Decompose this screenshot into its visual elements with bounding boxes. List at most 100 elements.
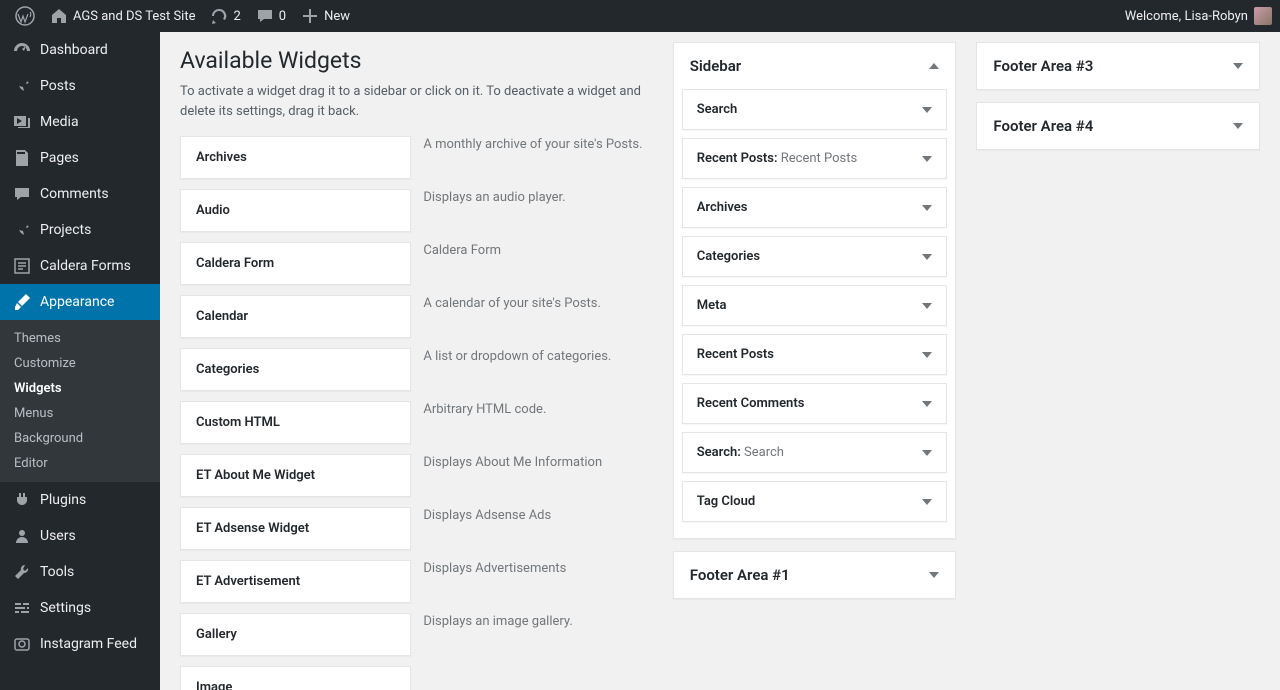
menu-plugins[interactable]: Plugins (0, 482, 160, 518)
available-widget[interactable]: Image (180, 666, 411, 690)
wordpress-icon (15, 6, 35, 26)
chevron-down-icon (922, 205, 932, 211)
widget-description: A list or dropdown of categories. (421, 348, 652, 391)
widget-description: Caldera Form (421, 242, 652, 285)
widget-area-header[interactable]: Footer Area #4 (977, 103, 1259, 149)
menu-posts[interactable]: Posts (0, 68, 160, 104)
menu-tools[interactable]: Tools (0, 554, 160, 590)
comment-icon (255, 6, 275, 26)
menu-projects[interactable]: Projects (0, 212, 160, 248)
widget-description: A calendar of your site's Posts. (421, 295, 652, 338)
comments-link[interactable]: 0 (248, 0, 293, 32)
placed-widget[interactable]: Search (682, 89, 948, 130)
welcome-text: Welcome, Lisa-Robyn (1125, 9, 1248, 24)
area-title: Sidebar (690, 57, 741, 75)
menu-pages[interactable]: Pages (0, 140, 160, 176)
menu-caldera-forms[interactable]: Caldera Forms (0, 248, 160, 284)
submenu-item-background[interactable]: Background (0, 426, 160, 451)
comments-count: 0 (279, 9, 286, 24)
area-title: Footer Area #3 (993, 57, 1093, 75)
chevron-down-icon (922, 352, 932, 358)
submenu-item-themes[interactable]: Themes (0, 326, 160, 351)
menu-label: Tools (40, 564, 74, 580)
submenu-item-menus[interactable]: Menus (0, 401, 160, 426)
placed-widget[interactable]: Recent Posts (682, 334, 948, 375)
widget-area-header[interactable]: Sidebar (674, 43, 956, 89)
widget-area: Footer Area #4 (976, 102, 1260, 150)
menu-users[interactable]: Users (0, 518, 160, 554)
menu-media[interactable]: Media (0, 104, 160, 140)
menu-label: Plugins (40, 492, 86, 508)
site-name-link[interactable]: AGS and DS Test Site (42, 0, 202, 32)
widget-name: Image (196, 680, 395, 690)
menu-appearance[interactable]: Appearance (0, 284, 160, 320)
available-widget[interactable]: Gallery (180, 613, 411, 656)
menu-settings[interactable]: Settings (0, 590, 160, 626)
widget-area-header[interactable]: Footer Area #1 (674, 552, 956, 598)
admin-bar: AGS and DS Test Site 2 0 New Welcome, Li… (0, 0, 1280, 32)
placed-widget[interactable]: Search: Search (682, 432, 948, 473)
widget-area-header[interactable]: Footer Area #3 (977, 43, 1259, 89)
new-content-link[interactable]: New (293, 0, 357, 32)
available-widget[interactable]: ET Advertisement (180, 560, 411, 603)
available-widget[interactable]: ET About Me Widget (180, 454, 411, 497)
widget-name: Categories (196, 362, 395, 377)
placed-widget[interactable]: Meta (682, 285, 948, 326)
chevron-down-icon (1233, 123, 1243, 129)
widget-description: A monthly archive of your site's Posts. (421, 136, 652, 179)
sliders-icon (12, 598, 32, 618)
widget-description: Displays Adsense Ads (421, 507, 652, 550)
available-widget[interactable]: Custom HTML (180, 401, 411, 444)
help-text: To activate a widget drag it to a sideba… (180, 82, 653, 121)
updates-link[interactable]: 2 (202, 0, 247, 32)
submenu-item-widgets[interactable]: Widgets (0, 376, 160, 401)
page-title: Available Widgets (180, 47, 653, 74)
placed-widget[interactable]: Categories (682, 236, 948, 277)
area-title: Footer Area #4 (993, 117, 1093, 135)
placed-widget[interactable]: Recent Posts: Recent Posts (682, 138, 948, 179)
menu-instagram-feed[interactable]: Instagram Feed (0, 626, 160, 662)
submenu-item-editor[interactable]: Editor (0, 451, 160, 476)
widget-description: Arbitrary HTML code. (421, 401, 652, 444)
menu-dashboard[interactable]: Dashboard (0, 32, 160, 68)
widget-area: Sidebar Search Recent Posts: Recent Posts A… (673, 42, 957, 539)
widget-areas-col2: Footer Area #3 Footer Area #4 (976, 42, 1260, 162)
wrench-icon (12, 562, 32, 582)
menu-comments[interactable]: Comments (0, 176, 160, 212)
widget-title: Categories (697, 249, 760, 264)
widget-name: Custom HTML (196, 415, 395, 430)
update-icon (209, 6, 229, 26)
placed-widget[interactable]: Archives (682, 187, 948, 228)
widget-subtitle: Search (744, 445, 784, 460)
available-widget[interactable]: Categories (180, 348, 411, 391)
placed-widget[interactable]: Recent Comments (682, 383, 948, 424)
widget-title: Meta (697, 298, 727, 313)
wp-logo[interactable] (8, 0, 42, 32)
submenu-item-customize[interactable]: Customize (0, 351, 160, 376)
site-name: AGS and DS Test Site (73, 9, 195, 24)
chevron-down-icon (922, 156, 932, 162)
available-widget[interactable]: Audio (180, 189, 411, 232)
widget-subtitle: Recent Posts (781, 151, 857, 166)
available-widget[interactable]: ET Adsense Widget (180, 507, 411, 550)
user-menu[interactable]: Welcome, Lisa-Robyn (1125, 7, 1272, 25)
widget-name: ET Adsense Widget (196, 521, 395, 536)
brush-icon (12, 292, 32, 312)
widget-description: Displays About Me Information (421, 454, 652, 497)
menu-label: Settings (40, 600, 91, 616)
forms-icon (12, 256, 32, 276)
widget-title: Archives (697, 200, 748, 215)
widget-title: Tag Cloud (697, 494, 756, 509)
menu-label: Posts (40, 78, 76, 94)
plug-icon (12, 490, 32, 510)
available-widget[interactable]: Archives (180, 136, 411, 179)
comment-icon (12, 184, 32, 204)
placed-widget[interactable]: Tag Cloud (682, 481, 948, 522)
menu-label: Instagram Feed (40, 636, 137, 652)
menu-label: Appearance (40, 294, 114, 310)
widget-description: Displays Advertisements (421, 560, 652, 603)
available-widget[interactable]: Calendar (180, 295, 411, 338)
available-widgets: ArchivesA monthly archive of your site's… (180, 136, 653, 690)
widget-name: ET Advertisement (196, 574, 395, 589)
available-widget[interactable]: Caldera Form (180, 242, 411, 285)
